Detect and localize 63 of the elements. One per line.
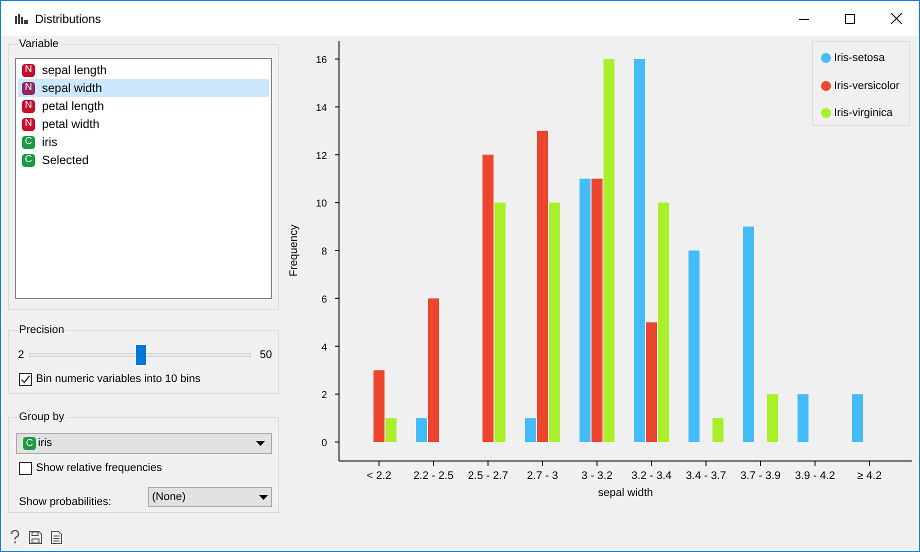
x-tick-label: 3.2 - 3.4 bbox=[631, 470, 672, 482]
checkbox[interactable] bbox=[19, 372, 32, 386]
legend-label: Iris-setosa bbox=[834, 51, 885, 66]
x-tick-label: ≥ 4.2 bbox=[857, 470, 882, 482]
y-tick-label: 10 bbox=[316, 198, 327, 210]
group-by-dropdown[interactable]: C iris bbox=[16, 433, 272, 454]
x-tick-label: < 2.2 bbox=[366, 470, 392, 482]
precision-slider[interactable] bbox=[28, 345, 251, 365]
variable-item[interactable]: C iris bbox=[18, 133, 269, 151]
maximize-icon bbox=[845, 14, 855, 24]
x-tick-label: 2.7 - 3 bbox=[526, 470, 558, 482]
type-badge: C bbox=[22, 136, 35, 148]
bar bbox=[798, 394, 808, 442]
y-tick-label: 2 bbox=[321, 390, 327, 402]
window-title: Distributions bbox=[35, 10, 102, 28]
checkbox-label[interactable]: Show relative frequencies bbox=[36, 460, 162, 476]
checkbox[interactable] bbox=[19, 462, 32, 475]
x-tick-label: 3.7 - 3.9 bbox=[740, 470, 781, 482]
bar bbox=[767, 394, 778, 442]
x-tick-label: 2.2 - 2.5 bbox=[413, 470, 454, 482]
y-tick-label: 14 bbox=[316, 102, 327, 114]
legend-label: Iris-virginica bbox=[834, 106, 893, 121]
y-axis-title: Frequency bbox=[288, 224, 300, 276]
type-badge: N bbox=[22, 64, 35, 76]
type-badge: N bbox=[22, 82, 35, 94]
x-tick-label: 3.9 - 4.2 bbox=[794, 470, 836, 482]
probabilities-label: Show probabilities: bbox=[19, 495, 112, 510]
variable-item[interactable]: N petal length bbox=[18, 97, 269, 115]
y-tick-label: 6 bbox=[321, 294, 327, 306]
save-icon[interactable] bbox=[29, 530, 42, 544]
dropdown-value: (None) bbox=[152, 490, 186, 505]
slider-thumb[interactable] bbox=[136, 345, 146, 365]
type-badge: C bbox=[22, 154, 35, 166]
group-title: Group by bbox=[17, 410, 66, 424]
type-badge: N bbox=[22, 100, 35, 112]
help-icon[interactable] bbox=[10, 530, 20, 544]
probabilities-dropdown[interactable]: (None) bbox=[148, 487, 272, 507]
bar-chart-icon bbox=[15, 14, 28, 24]
x-axis-title: sepal width bbox=[598, 487, 654, 499]
y-tick-label: 4 bbox=[321, 342, 327, 354]
legend-label: Iris-versicolor bbox=[834, 78, 900, 94]
x-tick-label: 2.5 - 2.7 bbox=[468, 470, 508, 482]
type-badge: N bbox=[22, 118, 35, 130]
y-tick-label: 8 bbox=[321, 246, 327, 258]
y-tick-label: 12 bbox=[316, 150, 327, 162]
variable-item[interactable]: C Selected bbox=[18, 151, 269, 169]
report-icon[interactable] bbox=[51, 530, 62, 544]
x-tick-label: 3.4 - 3.7 bbox=[686, 470, 726, 482]
variable-item[interactable]: N sepal width bbox=[18, 79, 269, 97]
y-tick-label: 16 bbox=[316, 55, 327, 66]
slider-max-label: 50 bbox=[260, 348, 272, 363]
bar bbox=[712, 418, 724, 442]
y-tick-label: 0 bbox=[321, 438, 327, 449]
x-tick-label: 3 - 3.2 bbox=[581, 470, 613, 482]
close-icon bbox=[890, 13, 902, 24]
variable-item[interactable]: N sepal length bbox=[18, 61, 269, 79]
dropdown-arrow-icon bbox=[259, 494, 268, 500]
bar bbox=[852, 394, 863, 442]
variable-item[interactable]: N petal width bbox=[18, 115, 269, 133]
type-badge: C bbox=[23, 437, 36, 450]
checkbox-label[interactable]: Bin numeric variables into 10 bins bbox=[36, 371, 200, 388]
dropdown-arrow-icon bbox=[256, 441, 265, 446]
slider-min-label: 2 bbox=[18, 348, 26, 363]
